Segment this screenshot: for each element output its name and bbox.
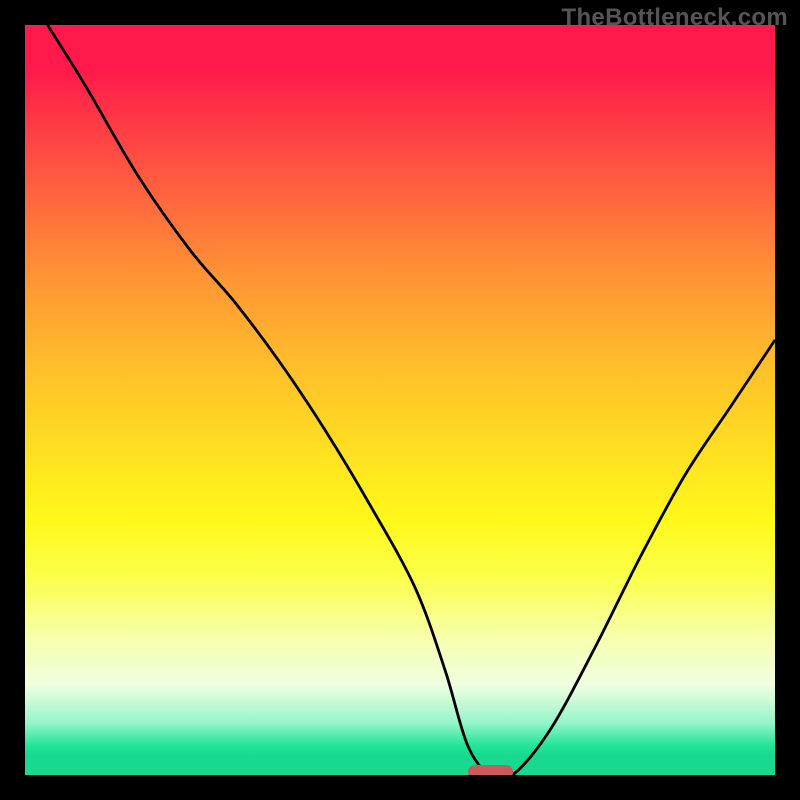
chart-frame: TheBottleneck.com xyxy=(0,0,800,800)
bottleneck-curve xyxy=(48,25,776,775)
curve-layer xyxy=(25,25,775,775)
plot-area xyxy=(25,25,775,775)
watermark-text: TheBottleneck.com xyxy=(562,4,788,32)
optimal-marker xyxy=(468,765,513,775)
